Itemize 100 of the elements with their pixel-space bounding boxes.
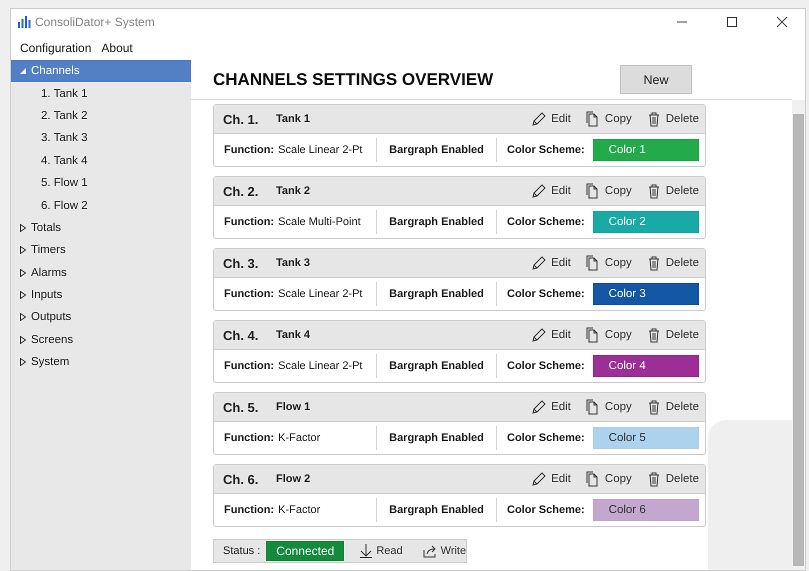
color-scheme-label: Color Scheme: bbox=[507, 288, 585, 300]
read-button[interactable]: Read bbox=[350, 544, 407, 558]
menu-item[interactable]: About bbox=[98, 38, 136, 56]
tree-item[interactable]: System bbox=[11, 351, 191, 374]
pencil-icon bbox=[531, 111, 548, 127]
function-value: Scale Linear 2-Pt bbox=[278, 288, 362, 300]
collapsed-triangle-icon bbox=[19, 291, 27, 300]
copy-button[interactable]: Copy bbox=[570, 327, 632, 343]
delete-button[interactable]: Delete bbox=[632, 183, 699, 199]
color-scheme-swatch[interactable]: Color 6 bbox=[592, 499, 699, 521]
download-arrow-icon bbox=[360, 544, 372, 558]
page-title: CHANNELS SETTINGS OVERVIEW bbox=[213, 70, 494, 90]
delete-button[interactable]: Delete bbox=[632, 399, 699, 415]
menu-item[interactable]: Configuration bbox=[17, 38, 94, 56]
tree-item-label: System bbox=[31, 356, 70, 368]
bar-chart-icon bbox=[17, 16, 31, 28]
delete-button[interactable]: Delete bbox=[632, 327, 699, 343]
function-label: Function: bbox=[224, 432, 274, 444]
copy-button[interactable]: Copy bbox=[570, 255, 632, 271]
pencil-icon bbox=[531, 255, 548, 271]
tree-item[interactable]: Alarms bbox=[11, 262, 191, 284]
share-icon bbox=[422, 544, 437, 558]
channel-name: Tank 3 bbox=[276, 257, 312, 269]
function-value: K-Factor bbox=[278, 504, 320, 516]
maximize-icon bbox=[727, 17, 737, 27]
copy-button[interactable]: Copy bbox=[570, 471, 632, 487]
edit-button[interactable]: Edit bbox=[517, 327, 571, 343]
tree-item[interactable]: Outputs bbox=[11, 306, 191, 329]
edit-button[interactable]: Edit bbox=[517, 183, 571, 199]
function-value: Scale Linear 2-Pt bbox=[278, 360, 362, 372]
tree-item-label: Outputs bbox=[31, 311, 72, 324]
tree-item-label: Screens bbox=[31, 334, 74, 346]
collapsed-triangle-icon bbox=[19, 268, 27, 277]
tree-item[interactable]: Screens bbox=[11, 328, 191, 352]
tree-item[interactable]: 2. Tank 2 bbox=[11, 104, 191, 128]
copy-button[interactable]: Copy bbox=[570, 111, 632, 127]
bargraph-status: Bargraph Enabled bbox=[389, 288, 484, 300]
scrollbar-thumb[interactable] bbox=[793, 114, 804, 566]
pencil-icon bbox=[531, 327, 548, 343]
tree-item[interactable]: Inputs bbox=[11, 284, 191, 306]
color-scheme-label: Color Scheme: bbox=[507, 144, 585, 156]
status-label: Status : bbox=[223, 545, 260, 557]
tree-item[interactable]: Totals bbox=[11, 216, 191, 240]
tree-item[interactable]: 6. Flow 2 bbox=[11, 194, 191, 217]
tree-item[interactable]: 3. Tank 3 bbox=[11, 127, 191, 150]
edit-button[interactable]: Edit bbox=[517, 111, 571, 127]
function-value: Scale Multi-Point bbox=[278, 216, 361, 228]
tree-item[interactable]: 5. Flow 1 bbox=[11, 172, 191, 194]
scrollbar[interactable] bbox=[792, 100, 805, 570]
collapsed-triangle-icon bbox=[19, 358, 27, 366]
tree-item[interactable]: Channels bbox=[11, 60, 191, 82]
tree-item[interactable]: 4. Tank 4 bbox=[11, 150, 191, 172]
collapsed-triangle-icon bbox=[19, 224, 27, 232]
collapsed-triangle-icon bbox=[19, 313, 27, 322]
expanded-triangle-icon bbox=[19, 67, 27, 76]
pencil-icon bbox=[531, 183, 548, 199]
copy-button[interactable]: Copy bbox=[570, 183, 632, 199]
function-value: Scale Linear 2-Pt bbox=[278, 144, 362, 156]
bargraph-status: Bargraph Enabled bbox=[389, 504, 484, 516]
edit-button[interactable]: Edit bbox=[517, 255, 571, 271]
tree-item-label: Timers bbox=[31, 244, 66, 256]
color-scheme-swatch[interactable]: Color 3 bbox=[592, 283, 699, 305]
color-scheme-label: Color Scheme: bbox=[507, 360, 585, 372]
delete-button[interactable]: Delete bbox=[632, 471, 699, 487]
new-button[interactable]: New bbox=[620, 65, 692, 94]
channel-number: Ch. 5. bbox=[223, 400, 260, 414]
delete-button[interactable]: Delete bbox=[632, 255, 699, 271]
bargraph-status: Bargraph Enabled bbox=[389, 360, 484, 372]
close-icon bbox=[777, 17, 787, 27]
channel-number: Ch. 3. bbox=[223, 256, 260, 270]
channel-name: Tank 2 bbox=[276, 185, 312, 197]
bargraph-status: Bargraph Enabled bbox=[389, 144, 484, 156]
window-title: ConsoliDator+ System bbox=[35, 15, 156, 29]
bargraph-status: Bargraph Enabled bbox=[389, 432, 484, 444]
delete-button[interactable]: Delete bbox=[632, 111, 699, 127]
edit-button[interactable]: Edit bbox=[517, 399, 571, 415]
function-label: Function: bbox=[224, 144, 274, 156]
channel-name: Flow 1 bbox=[276, 401, 312, 413]
channel-name: Flow 2 bbox=[276, 473, 312, 485]
tree-item[interactable]: 1. Tank 1 bbox=[11, 82, 191, 105]
color-scheme-label: Color Scheme: bbox=[507, 432, 585, 444]
color-scheme-swatch[interactable]: Color 5 bbox=[592, 427, 699, 449]
channel-name: Tank 4 bbox=[276, 329, 312, 341]
edit-button[interactable]: Edit bbox=[517, 471, 571, 487]
color-scheme-swatch[interactable]: Color 4 bbox=[592, 355, 699, 377]
function-value: K-Factor bbox=[278, 432, 320, 444]
copy-button[interactable]: Copy bbox=[570, 399, 632, 415]
function-label: Function: bbox=[224, 360, 274, 372]
bargraph-status: Bargraph Enabled bbox=[389, 216, 484, 228]
tree-item-label: Totals bbox=[31, 222, 62, 234]
pencil-icon bbox=[531, 471, 548, 487]
channel-number: Ch. 2. bbox=[223, 184, 260, 198]
collapsed-triangle-icon bbox=[19, 246, 27, 254]
channel-number: Ch. 4. bbox=[223, 328, 260, 342]
tree-item-label: Inputs bbox=[31, 289, 62, 302]
tree-item[interactable]: Timers bbox=[11, 239, 191, 262]
write-button[interactable]: Write bbox=[412, 544, 470, 558]
tree-item-label: Alarms bbox=[31, 266, 67, 279]
tree-item-label: Channels bbox=[31, 65, 80, 78]
color-scheme-label: Color Scheme: bbox=[507, 504, 585, 516]
